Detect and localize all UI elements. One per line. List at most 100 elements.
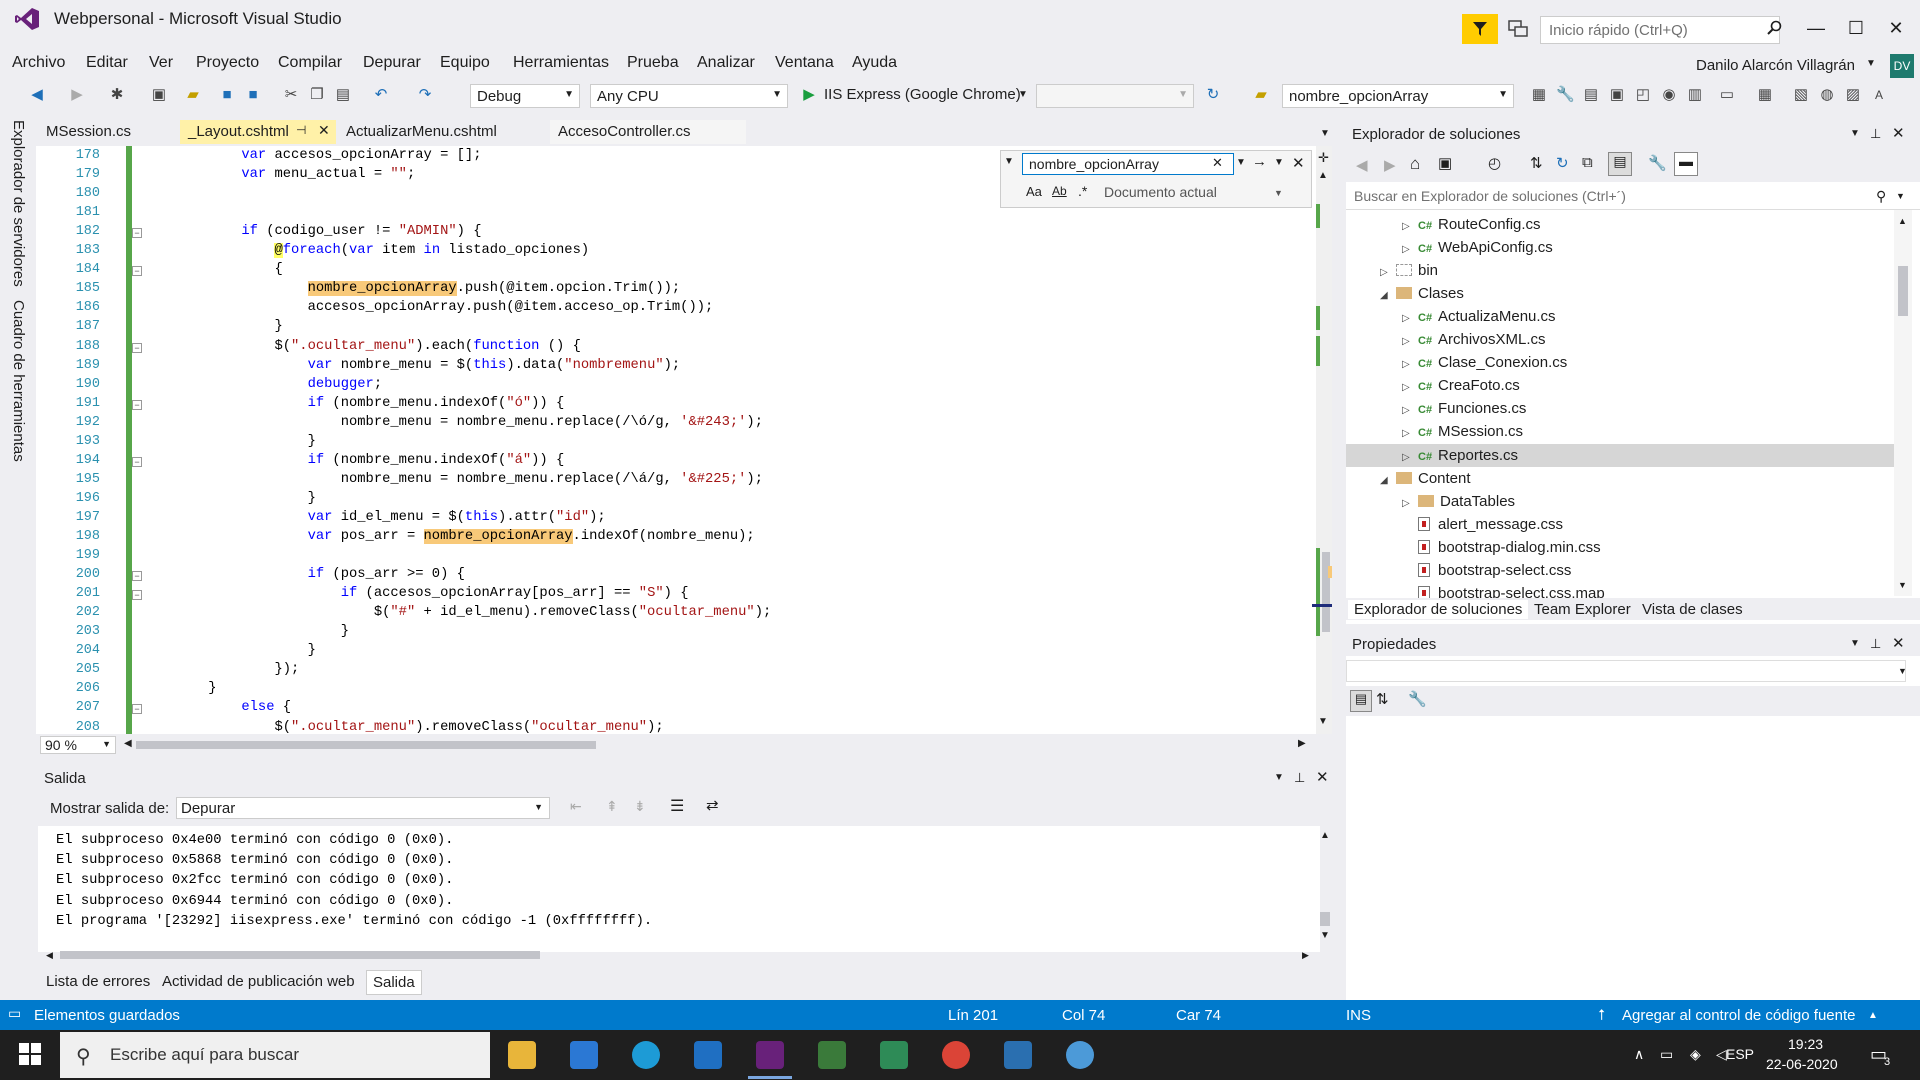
taskbar-search-input[interactable]: Escribe aquí para buscar <box>60 1032 490 1078</box>
menu-proyecto[interactable]: Proyecto <box>196 54 259 72</box>
filter-icon[interactable] <box>1462 14 1498 44</box>
platform-select[interactable]: Any CPU ▼ <box>590 84 788 108</box>
clock-time[interactable]: 19:23 <box>1788 1036 1823 1052</box>
tree-item[interactable]: ◢ Clases <box>1380 285 1464 302</box>
cut-icon[interactable]: ✂ <box>282 86 300 104</box>
tab-web-publish-activity[interactable]: Actividad de publicación web <box>156 970 361 993</box>
expander-icon[interactable]: ▷ <box>1402 221 1418 232</box>
menu-archivo[interactable]: Archivo <box>12 54 65 72</box>
properties-wrench-icon[interactable]: 🔧 <box>1648 154 1667 172</box>
upload-icon[interactable]: ⭡ <box>1598 1007 1605 1024</box>
app-icon[interactable] <box>1066 1041 1094 1069</box>
menu-equipo[interactable]: Equipo <box>440 54 490 72</box>
tree-item[interactable]: ▷ C# RouteConfig.cs <box>1402 216 1541 233</box>
chevron-down-icon[interactable]: ▼ <box>1898 666 1907 676</box>
expander-icon[interactable]: ▷ <box>1402 336 1418 347</box>
find-message-icon[interactable]: ⇤ <box>570 798 582 815</box>
tab-acceso-controller[interactable]: AccesoController.cs <box>550 120 746 144</box>
editor-vertical-scrollbar[interactable] <box>1316 146 1332 734</box>
scroll-left-icon[interactable]: ◀ <box>46 950 53 961</box>
find-in-files-icon[interactable]: ▰ <box>1252 86 1270 104</box>
tree-item[interactable]: ▷ C# ArchivosXML.cs <box>1402 331 1546 348</box>
toolbar-icon[interactable]: ▤ <box>1582 86 1600 104</box>
preview-icon[interactable]: ▬ <box>1674 152 1698 176</box>
language-indicator[interactable]: ESP <box>1726 1046 1754 1062</box>
output-source-select[interactable]: Depurar ▼ <box>176 797 550 819</box>
toggle-replace-icon[interactable]: ▼ <box>1004 156 1014 167</box>
tab-error-list[interactable]: Lista de errores <box>40 970 156 993</box>
chevron-up-icon[interactable]: ▲ <box>1868 1010 1878 1021</box>
categorized-icon[interactable]: ▤ <box>1350 690 1372 712</box>
tree-item[interactable]: ▷ C# Funciones.cs <box>1402 400 1526 417</box>
expander-icon[interactable]: ▷ <box>1402 313 1418 324</box>
fold-toggle[interactable]: − <box>132 399 142 410</box>
refresh-icon[interactable]: ↻ <box>1556 154 1569 172</box>
pin-icon[interactable]: ⊥ <box>1870 636 1881 652</box>
paste-icon[interactable]: ▤ <box>334 86 352 104</box>
window-menu-icon[interactable]: ▼ <box>1274 772 1284 783</box>
search-icon[interactable]: ⚲ <box>1876 188 1886 205</box>
redo-icon[interactable]: ↷ <box>416 86 434 104</box>
chrome-icon[interactable] <box>942 1041 970 1069</box>
edge-icon[interactable] <box>632 1041 660 1069</box>
fold-toggle[interactable]: − <box>132 704 142 715</box>
side-tab-toolbox[interactable]: Cuadro de herramientas <box>10 300 27 462</box>
quick-launch-input[interactable]: Inicio rápido (Ctrl+Q) <box>1540 16 1780 44</box>
back-icon[interactable]: ◀ <box>28 86 46 104</box>
tab-solution-explorer[interactable]: Explorador de soluciones <box>1348 600 1529 619</box>
play-icon[interactable]: ▶ <box>800 86 818 104</box>
toolbar-icon[interactable]: ▭ <box>1718 86 1736 104</box>
collapse-all-icon[interactable]: ⧉ <box>1582 154 1593 171</box>
close-icon[interactable]: ✕ <box>1316 768 1329 786</box>
expander-icon[interactable]: ◢ <box>1380 290 1396 301</box>
minimize-button[interactable]: — <box>1796 18 1836 46</box>
regex-icon[interactable]: .* <box>1078 183 1087 199</box>
avatar[interactable]: DV <box>1890 54 1914 78</box>
next-message-icon[interactable]: ⇟ <box>634 798 646 815</box>
pin-icon[interactable]: ⊥ <box>1294 770 1305 786</box>
expander-icon[interactable]: ▷ <box>1402 428 1418 439</box>
tree-item[interactable]: bootstrap-select.css <box>1402 562 1571 579</box>
undo-icon[interactable]: ↶ <box>372 86 390 104</box>
dropbox-icon[interactable]: ◈ <box>1690 1046 1701 1063</box>
close-icon[interactable]: ✕ <box>1892 124 1905 142</box>
scroll-down-icon[interactable]: ▼ <box>1320 930 1330 941</box>
expander-icon[interactable]: ▷ <box>1402 452 1418 463</box>
home-icon[interactable]: ⌂ <box>1410 154 1420 174</box>
refresh-icon[interactable]: ↻ <box>1204 86 1222 104</box>
battery-icon[interactable]: ▭ <box>1660 1046 1673 1063</box>
open-icon[interactable]: ▰ <box>184 86 202 104</box>
fold-toggle[interactable]: − <box>132 266 142 277</box>
expander-icon[interactable]: ▷ <box>1402 359 1418 370</box>
run-target-button[interactable]: IIS Express (Google Chrome) <box>824 86 1021 103</box>
pin-icon[interactable]: ⊣ <box>296 123 306 137</box>
back-icon[interactable]: ◀ <box>1356 156 1368 174</box>
search-icon[interactable] <box>1767 20 1783 40</box>
tree-item[interactable]: ▷ C# Clase_Conexion.cs <box>1402 354 1567 371</box>
menu-ayuda[interactable]: Ayuda <box>852 54 897 72</box>
clock-date[interactable]: 22-06-2020 <box>1766 1056 1838 1072</box>
clear-all-icon[interactable]: ☰ <box>670 796 684 816</box>
close-icon[interactable]: ✕ <box>318 122 330 139</box>
scroll-down-icon[interactable]: ▼ <box>1318 716 1328 727</box>
tree-item[interactable]: ▷ DataTables <box>1402 493 1515 510</box>
scroll-down-icon[interactable]: ▼ <box>1898 580 1907 590</box>
save-all-icon[interactable]: ■ <box>244 86 262 104</box>
toolbar-icon[interactable]: ▦ <box>1530 86 1548 104</box>
fold-toggle[interactable]: − <box>132 228 142 239</box>
whole-word-icon[interactable]: Ab <box>1052 184 1067 198</box>
close-icon[interactable]: ✕ <box>1892 634 1905 652</box>
tree-item[interactable]: ▷ C# MSession.cs <box>1402 423 1523 440</box>
menu-ventana[interactable]: Ventana <box>775 54 834 72</box>
chevron-down-icon[interactable]: ▼ <box>1018 89 1028 100</box>
tab-layout[interactable]: _Layout.cshtml ⊣ ✕ <box>180 120 336 144</box>
scroll-up-icon[interactable]: ▲ <box>1318 170 1328 181</box>
menu-compilar[interactable]: Compilar <box>278 54 342 72</box>
find-input[interactable]: nombre_opcionArray <box>1022 153 1234 175</box>
menu-herramientas[interactable]: Herramientas <box>513 54 609 72</box>
expander-icon[interactable]: ▷ <box>1402 405 1418 416</box>
visual-studio-icon[interactable] <box>756 1041 784 1069</box>
show-hidden-icons-icon[interactable]: ∧ <box>1634 1046 1644 1063</box>
forward-icon[interactable]: ▶ <box>1384 156 1396 174</box>
expander-icon[interactable]: ▷ <box>1402 498 1418 509</box>
